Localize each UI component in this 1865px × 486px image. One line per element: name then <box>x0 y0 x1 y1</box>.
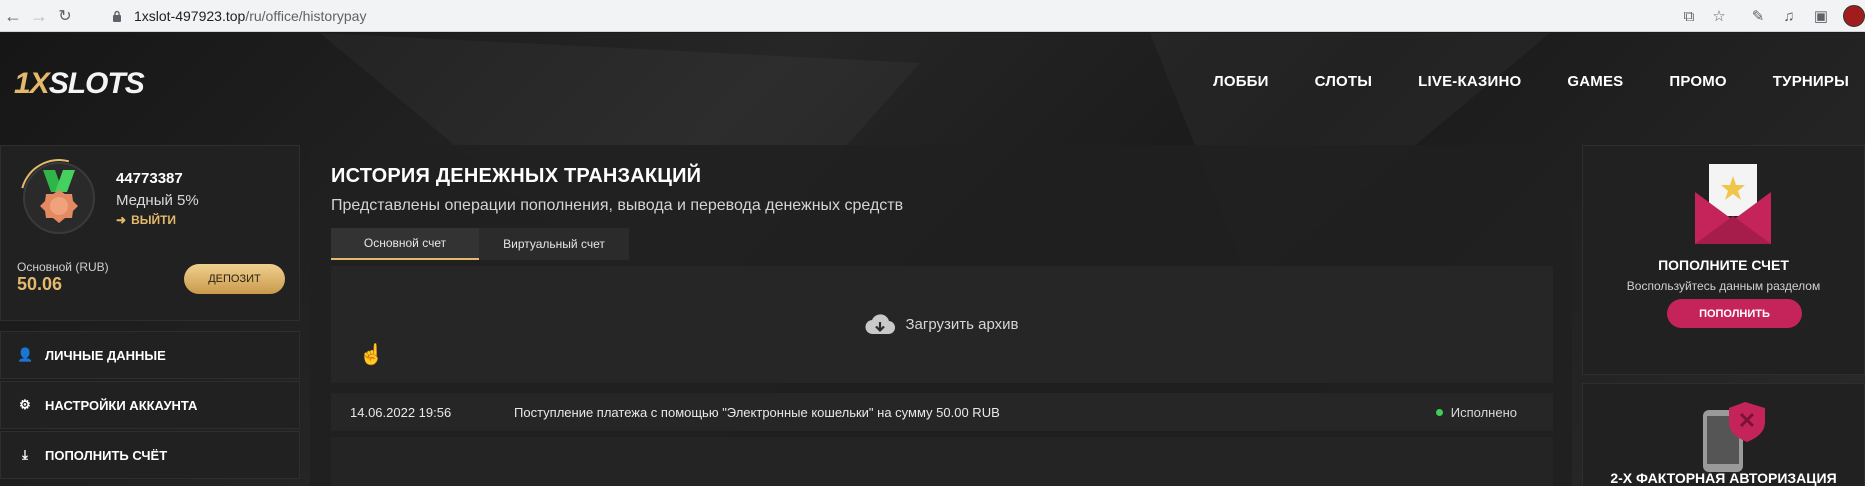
transaction-history-panel: ИСТОРИЯ ДЕНЕЖНЫХ ТРАНЗАКЦИЙ Представлены… <box>310 145 1572 486</box>
browser-toolbar: ← → ↻ 1xslot-497923.top/ru/office/histor… <box>0 0 1865 32</box>
lock-icon <box>112 10 124 22</box>
cloud-download-icon <box>865 313 896 334</box>
logout-icon: ➜ <box>116 213 127 227</box>
tab-main-account[interactable]: Основной счет <box>331 228 479 260</box>
bookmark-star-icon[interactable]: ☆ <box>1706 3 1732 29</box>
sidebar-item-account-settings[interactable]: ⚙ НАСТРОЙКИ АККАУНТА <box>0 381 300 429</box>
hand-cursor-icon: ☝ <box>359 344 384 366</box>
logout-label: ВЫЙТИ <box>131 213 177 227</box>
deposit-button[interactable]: ДЕПОЗИТ <box>184 264 285 294</box>
two-factor-card: 2-Х ФАКТОРНАЯ АВТОРИЗАЦИЯ <box>1582 383 1865 486</box>
tab-virtual-account[interactable]: Виртуальный счет <box>479 228 629 260</box>
user-id: 44773387 <box>116 170 183 187</box>
user-rank: Медный 5% <box>116 192 199 209</box>
logo-part1: 1X <box>14 67 50 100</box>
nav-slots[interactable]: СЛОТЫ <box>1315 73 1373 90</box>
nav-tournaments[interactable]: ТУРНИРЫ <box>1773 73 1849 90</box>
top-up-card-title: ПОПОЛНИТЕ СЧЕТ <box>1658 257 1789 273</box>
top-up-card-subtitle: Воспользуйтесь данным разделом <box>1626 279 1821 293</box>
sidebar-item-top-up[interactable]: ⤓ ПОПОЛНИТЬ СЧЁТ <box>0 431 300 479</box>
two-factor-card-title: 2-Х ФАКТОРНАЯ АВТОРИЗАЦИЯ <box>1610 470 1837 486</box>
transaction-status: Исполнено <box>1435 404 1517 420</box>
top-up-card: ПОПОЛНИТЕ СЧЕТ Воспользуйтесь данным раз… <box>1582 145 1865 375</box>
url-host: 1xslot-497923.top <box>134 8 246 24</box>
sidebar-item-label: ЛИЧНЫЕ ДАННЫЕ <box>45 347 166 363</box>
nav-games[interactable]: GAMES <box>1567 73 1623 90</box>
profile-avatar[interactable] <box>1843 5 1865 27</box>
url-path: /ru/office/historypay <box>245 8 367 24</box>
page-subtitle: Представлены операции пополнения, вывода… <box>331 197 904 214</box>
top-nav: ЛОББИ СЛОТЫ LIVE-КАЗИНО GAMES ПРОМО ТУРН… <box>1167 73 1849 90</box>
nav-lobby[interactable]: ЛОББИ <box>1213 73 1269 90</box>
download-icon: ⤓ <box>22 447 28 462</box>
table-row <box>331 437 1553 486</box>
transaction-description: Поступление платежа с помощью "Электронн… <box>514 404 1000 420</box>
page: 1XSLOTS ЛОББИ СЛОТЫ LIVE-КАЗИНО GAMES ПР… <box>0 33 1865 486</box>
logout-link[interactable]: ➜ ВЫЙТИ <box>116 213 176 227</box>
account-balance: 50.06 <box>17 274 63 294</box>
share-icon[interactable]: ⧉ <box>1676 3 1702 29</box>
account-label: Основной (RUB) <box>17 260 109 274</box>
status-label: Исполнено <box>1450 404 1517 420</box>
copper-medal-icon <box>40 170 78 223</box>
table-row[interactable]: 14.06.2022 19:56 Поступление платежа с п… <box>331 393 1553 431</box>
page-title: ИСТОРИЯ ДЕНЕЖНЫХ ТРАНЗАКЦИЙ <box>331 165 702 187</box>
extensions-icon[interactable]: ✎ <box>1745 3 1771 29</box>
gears-icon: ⚙ <box>19 397 31 412</box>
reload-icon[interactable]: ↻ <box>52 3 78 29</box>
site-header: 1XSLOTS ЛОББИ СЛОТЫ LIVE-КАЗИНО GAMES ПР… <box>0 33 1865 136</box>
phone-shield-icon <box>1703 402 1765 472</box>
nav-promo[interactable]: ПРОМО <box>1669 73 1726 90</box>
status-dot-icon <box>1435 408 1443 416</box>
top-up-button[interactable]: ПОПОЛНИТЬ <box>1667 299 1802 328</box>
user-plus-icon: 👤 <box>17 347 34 362</box>
profile-card: 44773387 Медный 5% ➜ ВЫЙТИ Основной (RUB… <box>0 144 300 321</box>
nav-live-casino[interactable]: LIVE-КАЗИНО <box>1418 73 1521 90</box>
download-archive-label: Загрузить архив <box>905 316 1019 333</box>
logo-part2: SLOTS <box>48 67 145 100</box>
envelope-star-icon <box>1695 164 1771 244</box>
back-icon[interactable]: ← <box>0 3 26 29</box>
logo[interactable]: 1XSLOTS <box>14 67 145 101</box>
download-archive-button[interactable]: Загрузить архив <box>331 266 1553 383</box>
media-control-icon[interactable]: ♫ <box>1776 3 1802 29</box>
sidebar-item-label: ПОПОЛНИТЬ СЧЁТ <box>45 447 168 463</box>
sidebar-item-personal-data[interactable]: 👤 ЛИЧНЫЕ ДАННЫЕ <box>0 331 300 379</box>
forward-icon[interactable]: → <box>26 3 52 29</box>
address-bar[interactable]: 1xslot-497923.top/ru/office/historypay <box>100 2 1740 30</box>
account-tabs: Основной счет Виртуальный счет <box>331 228 629 260</box>
sidebar-item-label: НАСТРОЙКИ АККАУНТА <box>45 397 198 413</box>
transaction-date: 14.06.2022 19:56 <box>350 404 452 420</box>
side-panel-icon[interactable]: ▣ <box>1808 3 1834 29</box>
